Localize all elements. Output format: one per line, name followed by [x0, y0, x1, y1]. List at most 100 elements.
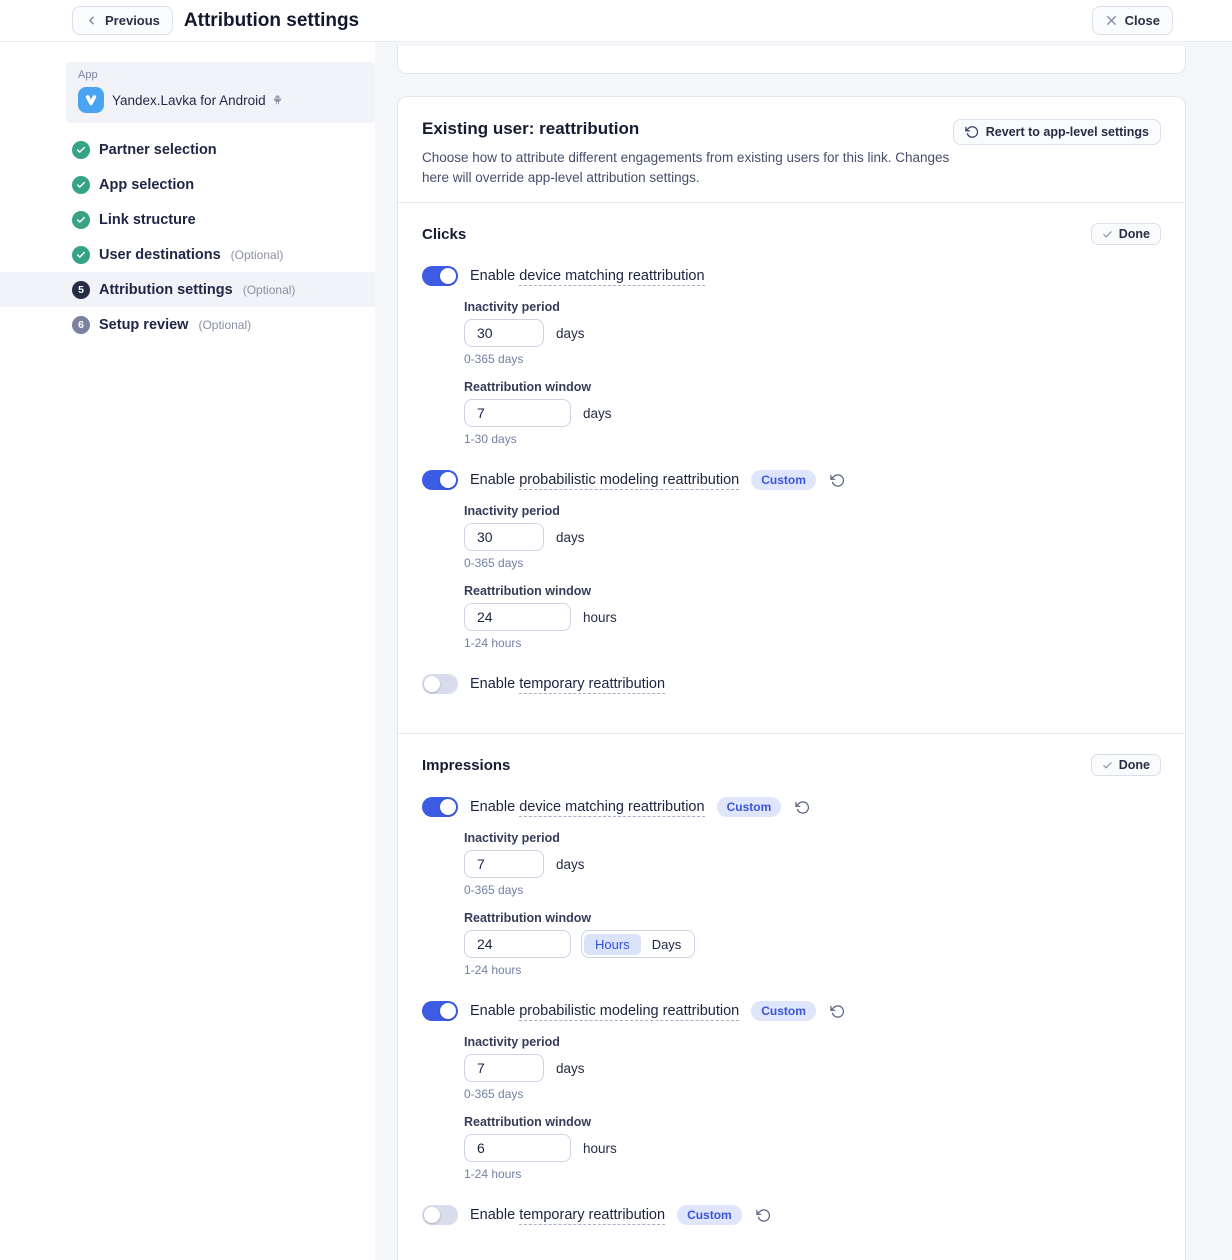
- impressions-temporary-toggle[interactable]: [422, 1205, 458, 1225]
- probabilistic-tooltip-term[interactable]: probabilistic modeling reattribution: [519, 1003, 739, 1021]
- inactivity-period-field: Inactivity period days 0-365 days: [464, 1035, 1161, 1101]
- reattribution-window-field: Reattribution window Hours Days 1-24 hou…: [464, 911, 1161, 977]
- impressions-section: Impressions Done Enable device matching …: [398, 733, 1185, 1260]
- range-hint: 0-365 days: [464, 1087, 1161, 1101]
- segment-days[interactable]: Days: [641, 934, 693, 955]
- range-hint: 1-30 days: [464, 432, 1161, 446]
- impressions-device-matching-toggle[interactable]: [422, 797, 458, 817]
- unit-label: days: [556, 1061, 585, 1076]
- row-revert-icon[interactable]: [830, 1004, 845, 1019]
- unit-label: days: [556, 857, 585, 872]
- reattribution-card: Existing user: reattribution Choose how …: [397, 96, 1186, 1260]
- revert-to-app-level-button[interactable]: Revert to app-level settings: [953, 119, 1161, 145]
- revert-button-label: Revert to app-level settings: [986, 125, 1149, 139]
- sidebar-item-app-selection[interactable]: App selection: [0, 167, 375, 202]
- card-header: Existing user: reattribution Choose how …: [398, 97, 1185, 202]
- toggle-knob: [424, 676, 440, 692]
- segment-hours[interactable]: Hours: [584, 934, 641, 955]
- probabilistic-tooltip-term[interactable]: probabilistic modeling reattribution: [519, 472, 739, 490]
- field-label: Inactivity period: [464, 1035, 1161, 1049]
- impressions-temporary-row: Enable temporary reattribution Custom: [422, 1205, 1161, 1225]
- step-label: Partner selection: [99, 142, 217, 158]
- field-label: Reattribution window: [464, 380, 1161, 394]
- step-optional-label: (Optional): [231, 248, 284, 262]
- temporary-tooltip-term[interactable]: temporary reattribution: [519, 1207, 665, 1225]
- app-panel: App Yandex.Lavka for Android: [66, 62, 375, 123]
- check-icon: [1102, 760, 1113, 771]
- step-done-check-icon: [72, 211, 90, 229]
- reattribution-window-input[interactable]: [464, 603, 571, 631]
- reattribution-window-input[interactable]: [464, 930, 571, 958]
- close-button[interactable]: Close: [1092, 6, 1173, 35]
- field-label: Inactivity period: [464, 831, 1161, 845]
- unit-label: days: [556, 326, 585, 341]
- range-hint: 0-365 days: [464, 352, 1161, 366]
- clicks-done-button[interactable]: Done: [1091, 223, 1161, 245]
- reattribution-window-field: Reattribution window hours 1-24 hours: [464, 1115, 1161, 1181]
- inactivity-period-field: Inactivity period days 0-365 days: [464, 504, 1161, 570]
- temporary-tooltip-term[interactable]: temporary reattribution: [519, 676, 665, 694]
- previous-button[interactable]: Previous: [72, 6, 173, 35]
- toggle-knob: [440, 472, 456, 488]
- inactivity-period-input[interactable]: [464, 850, 544, 878]
- unit-label: hours: [583, 610, 617, 625]
- done-button-label: Done: [1119, 758, 1150, 772]
- done-button-label: Done: [1119, 227, 1150, 241]
- app-section-label: App: [78, 69, 363, 81]
- custom-badge: Custom: [751, 470, 816, 490]
- inactivity-period-input[interactable]: [464, 523, 544, 551]
- step-label: Attribution settings: [99, 282, 233, 298]
- unit-label: days: [556, 530, 585, 545]
- impressions-done-button[interactable]: Done: [1091, 754, 1161, 776]
- clicks-device-matching-toggle[interactable]: [422, 266, 458, 286]
- reattribution-window-input[interactable]: [464, 399, 571, 427]
- row-revert-icon[interactable]: [756, 1208, 771, 1223]
- reattribution-window-input[interactable]: [464, 1134, 571, 1162]
- toggle-label: Enable device matching reattribution: [470, 799, 705, 815]
- step-label: Link structure: [99, 212, 196, 228]
- page-title: Attribution settings: [184, 10, 359, 32]
- row-revert-icon[interactable]: [795, 800, 810, 815]
- step-label: User destinations: [99, 247, 221, 263]
- custom-badge: Custom: [751, 1001, 816, 1021]
- inactivity-period-input[interactable]: [464, 319, 544, 347]
- field-label: Reattribution window: [464, 1115, 1161, 1129]
- clicks-device-matching-row: Enable device matching reattribution: [422, 266, 1161, 286]
- step-done-check-icon: [72, 246, 90, 264]
- sidebar-item-attribution-settings[interactable]: 5 Attribution settings (Optional): [0, 272, 375, 307]
- range-hint: 0-365 days: [464, 556, 1161, 570]
- custom-badge: Custom: [677, 1205, 742, 1225]
- row-revert-icon[interactable]: [830, 473, 845, 488]
- clicks-probabilistic-fields: Inactivity period days 0-365 days Reattr…: [464, 504, 1161, 650]
- clicks-temporary-toggle[interactable]: [422, 674, 458, 694]
- app-name: Yandex.Lavka for Android: [112, 93, 284, 108]
- device-matching-tooltip-term[interactable]: device matching reattribution: [519, 799, 704, 817]
- toggle-label: Enable device matching reattribution: [470, 268, 705, 284]
- inactivity-period-field: Inactivity period days 0-365 days: [464, 300, 1161, 366]
- top-bar: Previous Attribution settings Close: [0, 0, 1232, 42]
- inactivity-period-field: Inactivity period days 0-365 days: [464, 831, 1161, 897]
- check-icon: [1102, 229, 1113, 240]
- step-done-check-icon: [72, 141, 90, 159]
- close-button-label: Close: [1125, 13, 1160, 28]
- inactivity-period-input[interactable]: [464, 1054, 544, 1082]
- clicks-probabilistic-toggle[interactable]: [422, 470, 458, 490]
- impressions-device-matching-fields: Inactivity period days 0-365 days Reattr…: [464, 831, 1161, 977]
- device-matching-tooltip-term[interactable]: device matching reattribution: [519, 268, 704, 286]
- sidebar-item-partner-selection[interactable]: Partner selection: [0, 132, 375, 167]
- field-label: Inactivity period: [464, 504, 1161, 518]
- impressions-probabilistic-fields: Inactivity period days 0-365 days Reattr…: [464, 1035, 1161, 1181]
- clicks-probabilistic-row: Enable probabilistic modeling reattribut…: [422, 470, 1161, 490]
- unit-segmented-control: Hours Days: [581, 930, 695, 958]
- impressions-probabilistic-toggle[interactable]: [422, 1001, 458, 1021]
- step-optional-label: (Optional): [198, 318, 251, 332]
- toggle-knob: [440, 268, 456, 284]
- card-title: Existing user: reattribution: [422, 119, 953, 139]
- sidebar-item-setup-review[interactable]: 6 Setup review (Optional): [0, 307, 375, 342]
- sidebar-item-link-structure[interactable]: Link structure: [0, 202, 375, 237]
- range-hint: 1-24 hours: [464, 636, 1161, 650]
- sidebar-item-user-destinations[interactable]: User destinations (Optional): [0, 237, 375, 272]
- step-label: App selection: [99, 177, 194, 193]
- toggle-label: Enable probabilistic modeling reattribut…: [470, 1003, 739, 1019]
- step-number-badge: 6: [72, 316, 90, 334]
